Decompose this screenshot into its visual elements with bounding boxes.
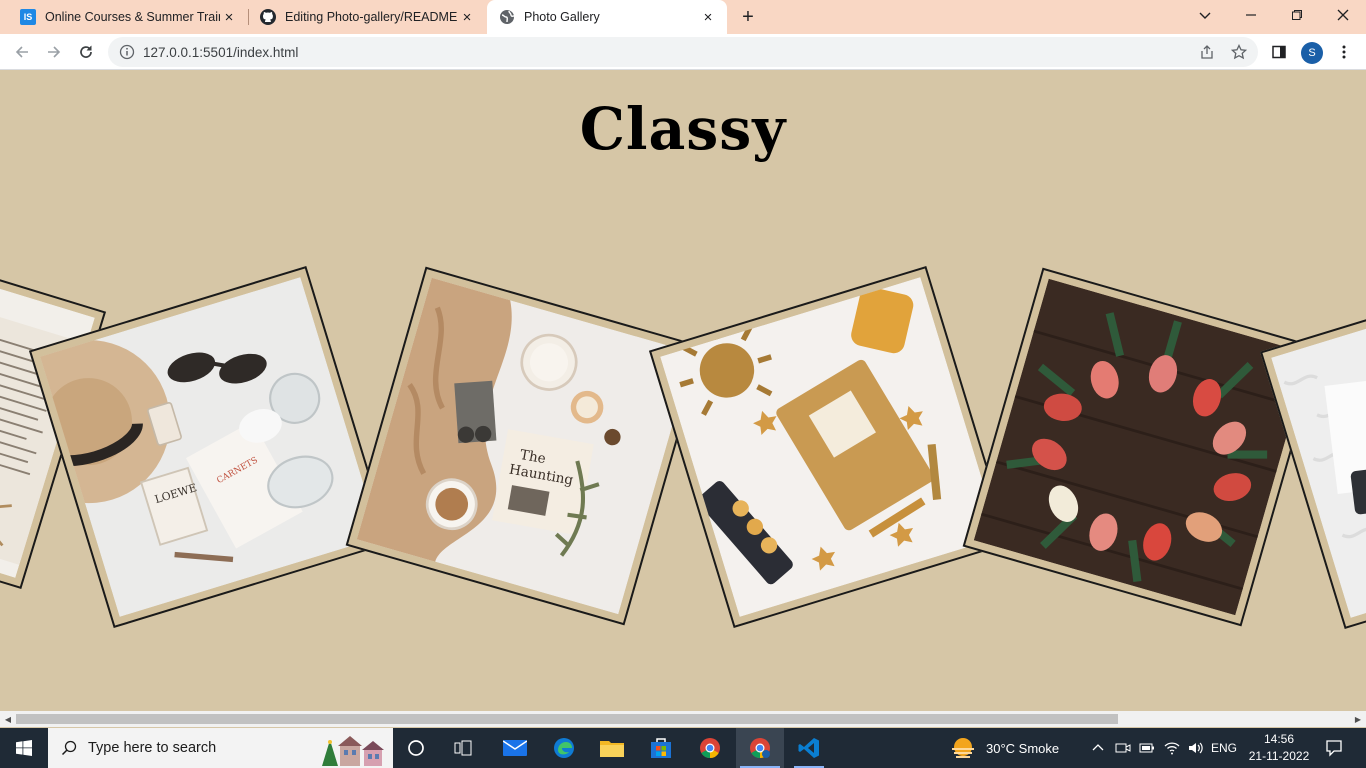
tab-editing-readme[interactable]: Editing Photo-gallery/README.m × [248,0,486,34]
photo-coffee-book-image: The Haunting [356,277,694,615]
windows-taskbar: Type here to search 30°C Smoke ENG 14:56… [0,728,1366,768]
info-icon[interactable] [119,44,135,60]
restore-icon [1292,10,1302,20]
cortana-circle-icon [408,740,424,756]
chrome-icon [700,738,720,759]
store-icon [651,738,671,758]
file-explorer-button[interactable] [591,728,633,768]
volume-indicator[interactable] [1185,728,1207,768]
folder-icon [600,741,624,757]
weather-sun-haze-icon [952,738,974,758]
edge-icon [554,738,574,758]
clock-date: 21-11-2022 [1248,749,1310,763]
tab-online-courses[interactable]: IS Online Courses & Summer Traini × [8,0,248,34]
tab-close-icon[interactable]: × [458,8,476,26]
wifi-icon [1164,742,1180,755]
camera-icon [1115,743,1131,753]
chevron-up-icon [1092,744,1104,751]
task-view-button[interactable] [442,728,484,768]
close-window-button[interactable] [1320,0,1366,30]
system-clock[interactable]: 14:56 21-11-2022 [1244,731,1314,765]
globe-icon [499,9,515,25]
photo-tulips-image [973,278,1311,616]
notifications-button[interactable] [1318,728,1350,768]
speaker-icon [1189,742,1203,754]
is-logo-icon: IS [20,9,36,25]
weather-widget[interactable]: 30°C Smoke [950,728,1080,768]
weather-text: 30°C Smoke [986,740,1060,756]
tab-title: Editing Photo-gallery/README.m [285,10,458,24]
tab-close-icon[interactable]: × [699,8,717,26]
side-panel-button[interactable] [1265,38,1293,66]
taskbar-search-box[interactable]: Type here to search [48,728,393,768]
start-button[interactable] [0,728,48,768]
mail-icon [503,740,527,756]
github-icon [260,9,276,25]
tab-title: Online Courses & Summer Traini [45,10,220,24]
arrow-right-icon [48,46,61,58]
side-panel-icon [1272,45,1286,59]
input-language[interactable]: ENG [1210,728,1238,768]
cortana-button[interactable] [395,728,437,768]
gallery-photo[interactable] [648,265,1012,629]
windows-logo-icon [16,740,32,756]
page-viewport: Classy LOEWE CARNETS The Haunting [0,71,1366,711]
tab-close-icon[interactable]: × [220,8,238,26]
vscode-app-button[interactable] [788,728,830,768]
chrome-app-button[interactable] [689,728,731,768]
arrow-left-icon [15,46,28,58]
photo-gallery: LOEWE CARNETS The Haunting [0,71,1366,711]
tab-search-button[interactable] [1182,0,1228,30]
tab-title: Photo Gallery [524,10,600,24]
photo-notebook-image [660,277,1000,617]
reload-button[interactable] [72,38,100,66]
edge-app-button[interactable] [543,728,585,768]
clock-time: 14:56 [1263,732,1295,746]
show-hidden-icons-button[interactable] [1088,728,1108,768]
vscode-icon [798,738,819,758]
profile-avatar[interactable]: S [1301,42,1323,64]
task-view-icon [454,740,472,756]
menu-button[interactable] [1330,38,1358,66]
search-placeholder: Type here to search [88,740,217,756]
back-button[interactable] [8,38,36,66]
tab-strip: IS Online Courses & Summer Traini × Edit… [0,0,1366,34]
store-app-button[interactable] [640,728,682,768]
bookmark-star-icon[interactable] [1231,44,1247,60]
horizontal-scrollbar[interactable]: ◀ ▶ [0,711,1366,727]
language-text: ENG [1210,741,1237,755]
chrome-icon [750,738,770,759]
notification-icon [1326,740,1342,757]
address-bar[interactable]: 127.0.0.1:5501/index.html [108,37,1258,67]
battery-icon [1139,743,1154,753]
network-indicator[interactable] [1161,728,1183,768]
scrollbar-thumb[interactable] [16,714,1118,724]
minimize-button[interactable] [1228,0,1274,30]
url-text[interactable]: 127.0.0.1:5501/index.html [143,45,298,60]
close-icon [1337,9,1349,21]
chrome-profile-app-button[interactable] [736,728,784,768]
gallery-photo[interactable] [962,267,1322,627]
chevron-down-icon [1199,12,1211,19]
battery-indicator[interactable] [1137,728,1157,768]
more-vert-icon [1342,45,1346,59]
scroll-left-icon[interactable]: ◀ [0,711,16,727]
forward-button[interactable] [40,38,68,66]
mail-app-button[interactable] [494,728,536,768]
reload-icon [80,45,92,58]
browser-toolbar: 127.0.0.1:5501/index.html S [0,34,1366,70]
tab-photo-gallery[interactable]: Photo Gallery × [487,0,727,34]
gallery-photo[interactable]: The Haunting [345,266,705,626]
new-tab-button[interactable]: + [736,5,760,29]
search-highlight-icon [322,736,384,766]
search-icon [61,740,77,756]
meet-now-button[interactable] [1113,728,1133,768]
share-icon[interactable] [1199,44,1215,60]
restore-button[interactable] [1274,0,1320,30]
minimize-icon [1246,14,1256,16]
scroll-right-icon[interactable]: ▶ [1350,711,1366,727]
